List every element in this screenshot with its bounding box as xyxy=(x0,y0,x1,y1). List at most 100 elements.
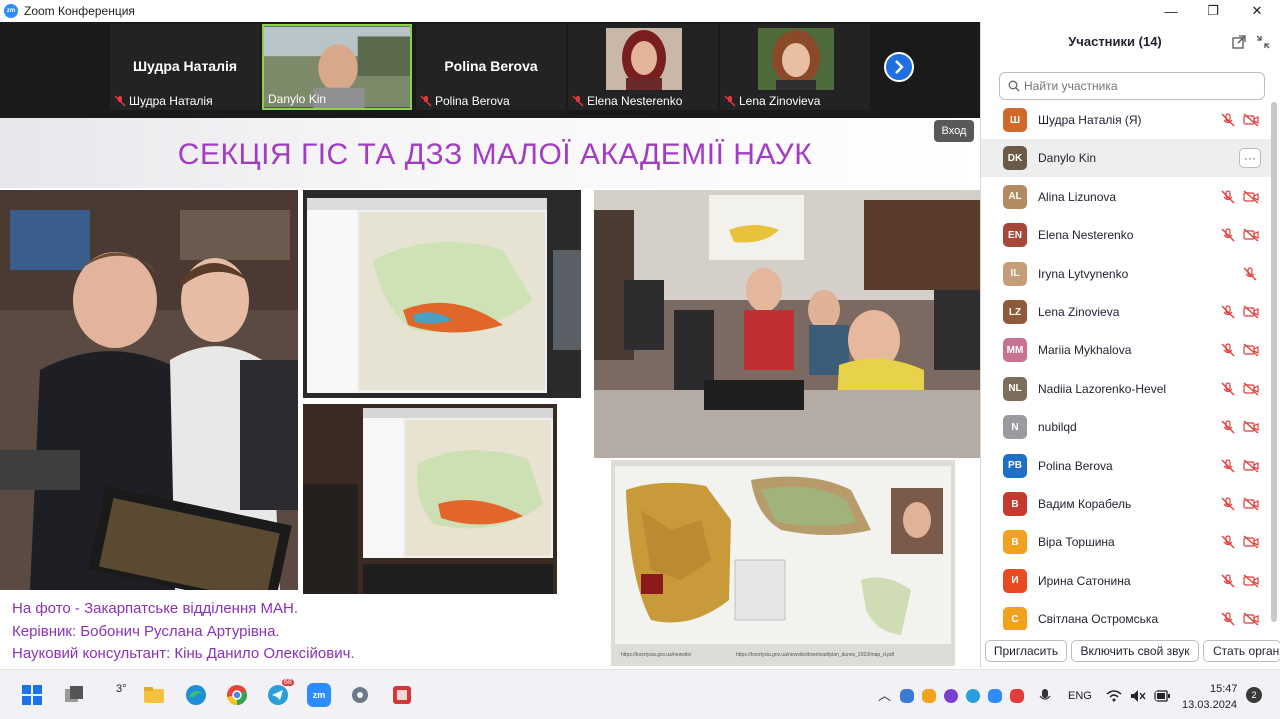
mic-muted-icon[interactable] xyxy=(1221,382,1235,396)
invite-button[interactable]: Пригласить xyxy=(985,640,1067,662)
participant-row[interactable]: С Світлана Остромська xyxy=(981,600,1273,630)
chevron-up-icon[interactable]: ︿ xyxy=(878,685,891,704)
participant-more-button[interactable]: ··· xyxy=(1239,148,1261,169)
settings-gear-icon[interactable] xyxy=(348,683,372,707)
speaker-muted-icon[interactable] xyxy=(1130,689,1146,703)
participant-avatar: PB xyxy=(1003,453,1027,478)
participant-row[interactable]: IL Iryna Lytvynenko xyxy=(981,255,1273,293)
participant-name: Lena Zinovieva xyxy=(1038,305,1120,319)
mic-muted-icon[interactable] xyxy=(1221,612,1235,626)
chrome-browser-icon[interactable] xyxy=(225,683,249,707)
participant-row[interactable]: Nnubilqd xyxy=(981,408,1273,446)
popout-icon[interactable] xyxy=(1231,34,1247,50)
participant-name: Iryna Lytvynenko xyxy=(1038,266,1129,281)
participant-row[interactable]: PB Polina Berova xyxy=(981,447,1273,485)
video-tile-1[interactable]: Шудра Наталія Шудра Наталія xyxy=(110,24,260,110)
maximize-button[interactable]: ❐ xyxy=(1190,0,1236,22)
telegram-icon xyxy=(268,685,288,705)
tile-label: Lena Zinovieva xyxy=(724,94,820,108)
participant-row[interactable]: В Вадим Корабель xyxy=(981,485,1273,523)
mic-muted-icon xyxy=(724,95,736,107)
tile-label-text: Polina Berova xyxy=(435,94,510,108)
participant-list-scrollbar[interactable] xyxy=(1271,102,1277,622)
clock-date[interactable]: 13.03.2024 xyxy=(1182,699,1237,711)
edge-browser-icon[interactable] xyxy=(184,683,208,707)
camera-off-icon[interactable] xyxy=(1243,535,1259,549)
tile-label: Danylo Kin xyxy=(268,92,326,106)
participant-row[interactable]: EN Elena Nesterenko xyxy=(981,216,1273,254)
camera-off-icon[interactable] xyxy=(1243,305,1259,319)
mic-muted-icon[interactable] xyxy=(1221,535,1235,549)
participant-avatar: И xyxy=(1003,568,1027,593)
file-explorer-icon[interactable] xyxy=(142,683,166,707)
telegram-app[interactable]: 68 xyxy=(266,679,294,707)
participant-row[interactable]: NL Nadiia Lazorenko-Hevel xyxy=(981,370,1273,408)
participant-name: Elena Nesterenko xyxy=(1038,228,1134,243)
next-page-button[interactable] xyxy=(884,52,914,82)
video-tile-5[interactable]: Lena Zinovieva xyxy=(720,24,870,110)
participant-row[interactable]: В Віра Торшина xyxy=(981,523,1273,561)
camera-off-icon[interactable] xyxy=(1243,113,1259,127)
participant-row[interactable]: И Ирина Сатонина xyxy=(981,562,1273,600)
mic-muted-icon xyxy=(114,95,126,107)
mic-muted-icon[interactable] xyxy=(1221,458,1235,473)
tray-app-icon-6[interactable] xyxy=(1010,689,1024,703)
tray-app-icon-5[interactable] xyxy=(988,689,1002,703)
participant-row[interactable]: AL Alina Lizunova xyxy=(981,178,1273,216)
battery-icon[interactable] xyxy=(1154,690,1170,702)
microphone-icon[interactable] xyxy=(1038,688,1052,704)
weather-text[interactable]: 3° xyxy=(116,683,127,695)
mic-muted-icon[interactable] xyxy=(1221,113,1235,127)
mic-muted-icon[interactable] xyxy=(1221,420,1235,434)
tray-app-icon-3[interactable] xyxy=(944,689,958,703)
camera-off-icon[interactable] xyxy=(1243,228,1259,242)
elena-avatar-photo xyxy=(606,28,682,90)
language-indicator[interactable]: ENG xyxy=(1068,690,1092,702)
camera-off-icon[interactable] xyxy=(1243,343,1259,357)
camera-off-icon[interactable] xyxy=(1243,190,1259,204)
mic-muted-icon[interactable] xyxy=(1221,574,1235,588)
minimize-button[interactable]: — xyxy=(1148,0,1194,22)
video-tile-3[interactable]: Polina Berova Polina Berova xyxy=(416,24,566,110)
tile-label: Polina Berova xyxy=(420,94,510,108)
video-strip: Шудра Наталія Шудра Наталія Danylo Kin P… xyxy=(0,22,980,118)
mic-muted-icon[interactable] xyxy=(1221,190,1235,204)
camera-off-icon[interactable] xyxy=(1243,382,1259,396)
participant-row[interactable]: MM Mariia Mykhalova xyxy=(981,331,1273,369)
mic-muted-icon[interactable] xyxy=(1221,343,1235,357)
tile-label: Elena Nesterenko xyxy=(572,94,682,108)
tray-app-icon-4[interactable] xyxy=(966,689,980,703)
participant-row[interactable]: LZ Lena Zinovieva xyxy=(981,293,1273,331)
wifi-icon[interactable] xyxy=(1106,689,1122,703)
minimize-panel-icon[interactable] xyxy=(1255,34,1271,50)
participant-list: Ш Шудра Наталія (Я) DK Danylo Kin ··· AL Alina… xyxy=(981,104,1273,630)
zoom-taskbar-icon[interactable]: zm xyxy=(307,683,331,707)
participant-row[interactable]: Ш Шудра Наталія (Я) xyxy=(981,104,1273,139)
camera-off-icon[interactable] xyxy=(1243,459,1259,473)
tray-app-icon-1[interactable] xyxy=(900,689,914,703)
windows-start-icon[interactable] xyxy=(20,683,44,707)
camera-off-icon[interactable] xyxy=(1243,612,1259,626)
tile-big-name: Polina Berova xyxy=(444,58,538,74)
unmute-button[interactable]: Включить свой звук xyxy=(1071,640,1199,662)
snipping-tool-icon[interactable] xyxy=(390,683,414,707)
mic-muted-icon[interactable] xyxy=(1243,266,1257,281)
mic-muted-icon[interactable] xyxy=(1221,305,1235,319)
video-tile-4[interactable]: Elena Nesterenko xyxy=(568,24,718,110)
close-button[interactable]: ✕ xyxy=(1234,0,1280,22)
camera-off-icon[interactable] xyxy=(1243,574,1259,588)
become-host-button[interactable]: Стать органи xyxy=(1203,640,1280,662)
mic-muted-icon[interactable] xyxy=(1221,228,1235,242)
mic-muted-icon[interactable] xyxy=(1221,497,1235,511)
participant-row[interactable]: DK Danylo Kin ··· xyxy=(981,139,1273,178)
task-view-icon[interactable] xyxy=(62,683,86,707)
tray-app-icon-2[interactable] xyxy=(922,689,936,703)
camera-off-icon[interactable] xyxy=(1243,497,1259,511)
camera-off-icon[interactable] xyxy=(1243,420,1259,434)
clock-time[interactable]: 15:47 xyxy=(1210,683,1238,695)
search-input[interactable] xyxy=(1024,79,1244,93)
notifications-badge[interactable]: 2 xyxy=(1246,687,1262,703)
video-tile-2[interactable]: Danylo Kin xyxy=(262,24,412,110)
participant-search[interactable] xyxy=(999,72,1265,100)
enter-button[interactable]: Вход xyxy=(934,120,974,142)
